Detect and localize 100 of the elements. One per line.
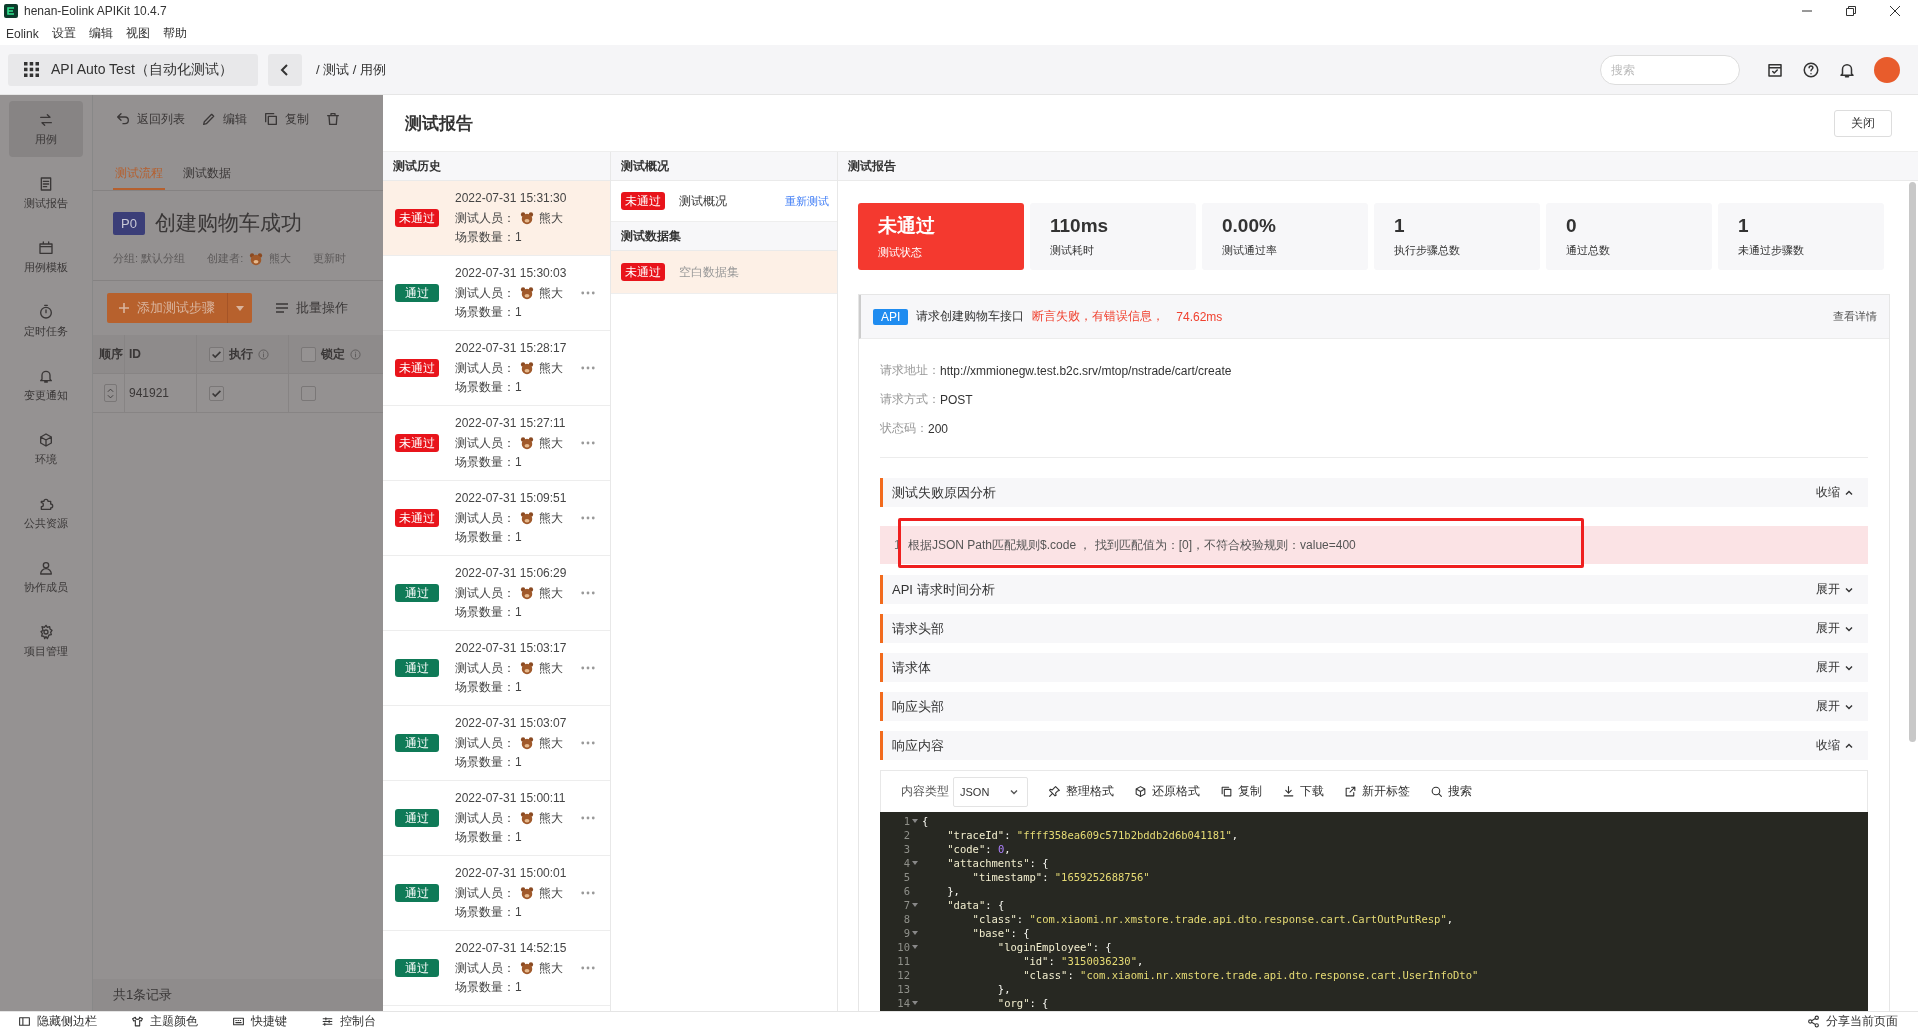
share-icon [1807, 1014, 1820, 1028]
sliders-icon [321, 1014, 334, 1028]
status-bar-item[interactable]: 快捷键 [232, 1012, 287, 1030]
details-link[interactable]: 查看详情 [1833, 309, 1877, 324]
code-editor[interactable] [880, 812, 1868, 1011]
sidebar-item[interactable]: 用例模板 [9, 229, 83, 285]
sidebar-item[interactable]: 公共资源 [9, 485, 83, 541]
history-item[interactable]: 通过 2022-07-31 15:03:07 测试人员： 熊大 场景数量：1 [383, 706, 610, 781]
tester-name: 熊大 [539, 209, 563, 227]
tab[interactable]: 测试数据 [181, 161, 233, 190]
line-number: 10 [896, 941, 910, 953]
menu-item[interactable]: Eolink [6, 26, 39, 41]
scrollbar[interactable] [1909, 182, 1916, 742]
checkbox[interactable] [301, 346, 316, 362]
history-item[interactable]: 通过 2022-07-31 15:03:17 测试人员： 熊大 场景数量：1 [383, 631, 610, 706]
duration: 74.62ms [1176, 309, 1223, 324]
toggle-button[interactable]: 展开 [1816, 620, 1854, 637]
action-button[interactable] [325, 111, 341, 127]
code-line: "class": "com.xiaomi.nr.xmstore.trade.api.dto.response.cart.CartOutPutResp", [971, 913, 1454, 925]
more-icon[interactable] [581, 741, 595, 745]
sidebar-item[interactable]: 环境 [9, 421, 83, 477]
menu-item[interactable]: 视图 [125, 25, 150, 42]
column-header: 锁定 [321, 345, 345, 363]
share-button[interactable]: 分享当前页面 [1807, 1012, 1898, 1030]
toolbar-button[interactable]: 新开标签 [1344, 783, 1411, 800]
sort-handle[interactable] [104, 384, 117, 402]
history-item[interactable]: 通过 2022-07-31 15:00:11 测试人员： 熊大 场景数量：1 [383, 781, 610, 856]
action-button[interactable]: 编辑 [201, 110, 247, 128]
more-icon[interactable] [581, 366, 595, 370]
run-time: 2022-07-31 15:31:30 [455, 190, 568, 207]
pin-icon [1048, 785, 1062, 798]
run-time: 2022-07-31 15:03:17 [455, 640, 568, 657]
status-bar-item[interactable]: 隐藏侧边栏 [18, 1012, 97, 1030]
help-icon[interactable] [1802, 60, 1820, 79]
project-switcher[interactable]: API Auto Test（自动化测试） [8, 53, 258, 86]
history-item[interactable]: 通过 2022-07-31 15:00:01 测试人员： 熊大 场景数量：1 [383, 856, 610, 931]
sidebar-item[interactable]: 变更通知 [9, 357, 83, 413]
bear-icon [520, 811, 534, 825]
toggle-button[interactable]: 展开 [1816, 581, 1854, 598]
history-item[interactable]: 通过 2022-07-31 15:30:03 测试人员： 熊大 场景数量：1 [383, 256, 610, 331]
more-icon[interactable] [581, 816, 595, 820]
toggle-button[interactable]: 收缩 [1816, 484, 1854, 501]
toolbar-button[interactable]: 整理格式 [1048, 783, 1115, 800]
history-item[interactable]: 通过 2022-07-31 14:52:15 测试人员： 熊大 场景数量：1 [383, 931, 610, 1006]
more-icon[interactable] [581, 666, 595, 670]
checkbox[interactable] [209, 385, 224, 401]
more-icon[interactable] [581, 441, 595, 445]
history-item[interactable]: 未通过 2022-07-31 15:28:17 测试人员： 熊大 场景数量：1 [383, 331, 610, 406]
restore-icon[interactable] [1846, 6, 1856, 16]
history-item[interactable]: 未通过 2022-07-31 15:31:30 测试人员： 熊大 场景数量：1 [383, 181, 610, 256]
action-button[interactable]: 返回列表 [115, 110, 185, 128]
fold-icon[interactable] [912, 945, 918, 949]
dataset-item[interactable]: 未通过 空白数据集 [611, 251, 837, 294]
line-number: 5 [902, 871, 910, 883]
avatar[interactable] [1874, 56, 1900, 83]
checkbox[interactable] [301, 385, 316, 401]
search-field[interactable]: 搜索 [1600, 54, 1740, 85]
toggle-button[interactable]: 展开 [1816, 659, 1854, 676]
stat-value: 110ms [1050, 215, 1110, 237]
menu-item[interactable]: 设置 [51, 25, 76, 42]
toggle-button[interactable]: 收缩 [1816, 737, 1854, 754]
history-item[interactable]: 未通过 2022-07-31 15:09:51 测试人员： 熊大 场景数量：1 [383, 481, 610, 556]
line-number: 11 [896, 955, 910, 967]
history-item[interactable]: 未通过 2022-07-31 15:27:11 测试人员： 熊大 场景数量：1 [383, 406, 610, 481]
back-button[interactable] [268, 53, 302, 86]
more-icon[interactable] [581, 516, 595, 520]
batch-button[interactable]: 批量操作 [268, 298, 354, 318]
toolbar-button[interactable]: 还原格式 [1134, 783, 1201, 800]
menu-item[interactable]: 帮助 [162, 25, 187, 42]
fold-icon[interactable] [912, 1001, 918, 1005]
sidebar-item[interactable]: 测试报告 [9, 165, 83, 221]
fold-icon[interactable] [912, 903, 918, 907]
sidebar-item[interactable]: 定时任务 [9, 293, 83, 349]
more-icon[interactable] [581, 891, 595, 895]
more-icon[interactable] [581, 591, 595, 595]
fold-icon[interactable] [912, 931, 918, 935]
content-type-select[interactable]: JSON [953, 776, 1029, 807]
menu-item[interactable]: 编辑 [88, 25, 113, 42]
retest-link[interactable]: 重新测试 [785, 193, 829, 209]
history-item[interactable]: 通过 2022-07-31 15:06:29 测试人员： 熊大 场景数量：1 [383, 556, 610, 631]
more-icon[interactable] [581, 291, 595, 295]
code-line: "traceId": "ffff358ea609c571b2bddb2d6b041181", [946, 829, 1239, 841]
status-badge: 未通过 [621, 192, 665, 210]
fold-icon[interactable] [912, 861, 918, 865]
close-button[interactable]: 关闭 [1834, 109, 1892, 137]
sidebar-item[interactable]: 项目管理 [9, 613, 83, 669]
tester-name: 熊大 [539, 434, 563, 452]
sidebar-item[interactable]: 协作成员 [9, 549, 83, 605]
more-icon[interactable] [581, 966, 595, 970]
checkbox[interactable] [209, 346, 224, 362]
status-bar-item[interactable]: 主题颜色 [131, 1012, 198, 1030]
status-bar-item[interactable]: 控制台 [321, 1012, 376, 1030]
toolbar-button[interactable]: 复制 [1220, 783, 1263, 800]
toggle-button[interactable]: 展开 [1816, 698, 1854, 715]
breadcrumb[interactable]: / 测试 / 用例 [316, 60, 387, 79]
toolbar-button[interactable]: 搜索 [1430, 783, 1473, 800]
action-button[interactable]: 复制 [263, 110, 309, 128]
fold-icon[interactable] [912, 819, 918, 823]
close-icon[interactable] [1890, 6, 1900, 16]
toolbar-button[interactable]: 下载 [1282, 783, 1325, 800]
